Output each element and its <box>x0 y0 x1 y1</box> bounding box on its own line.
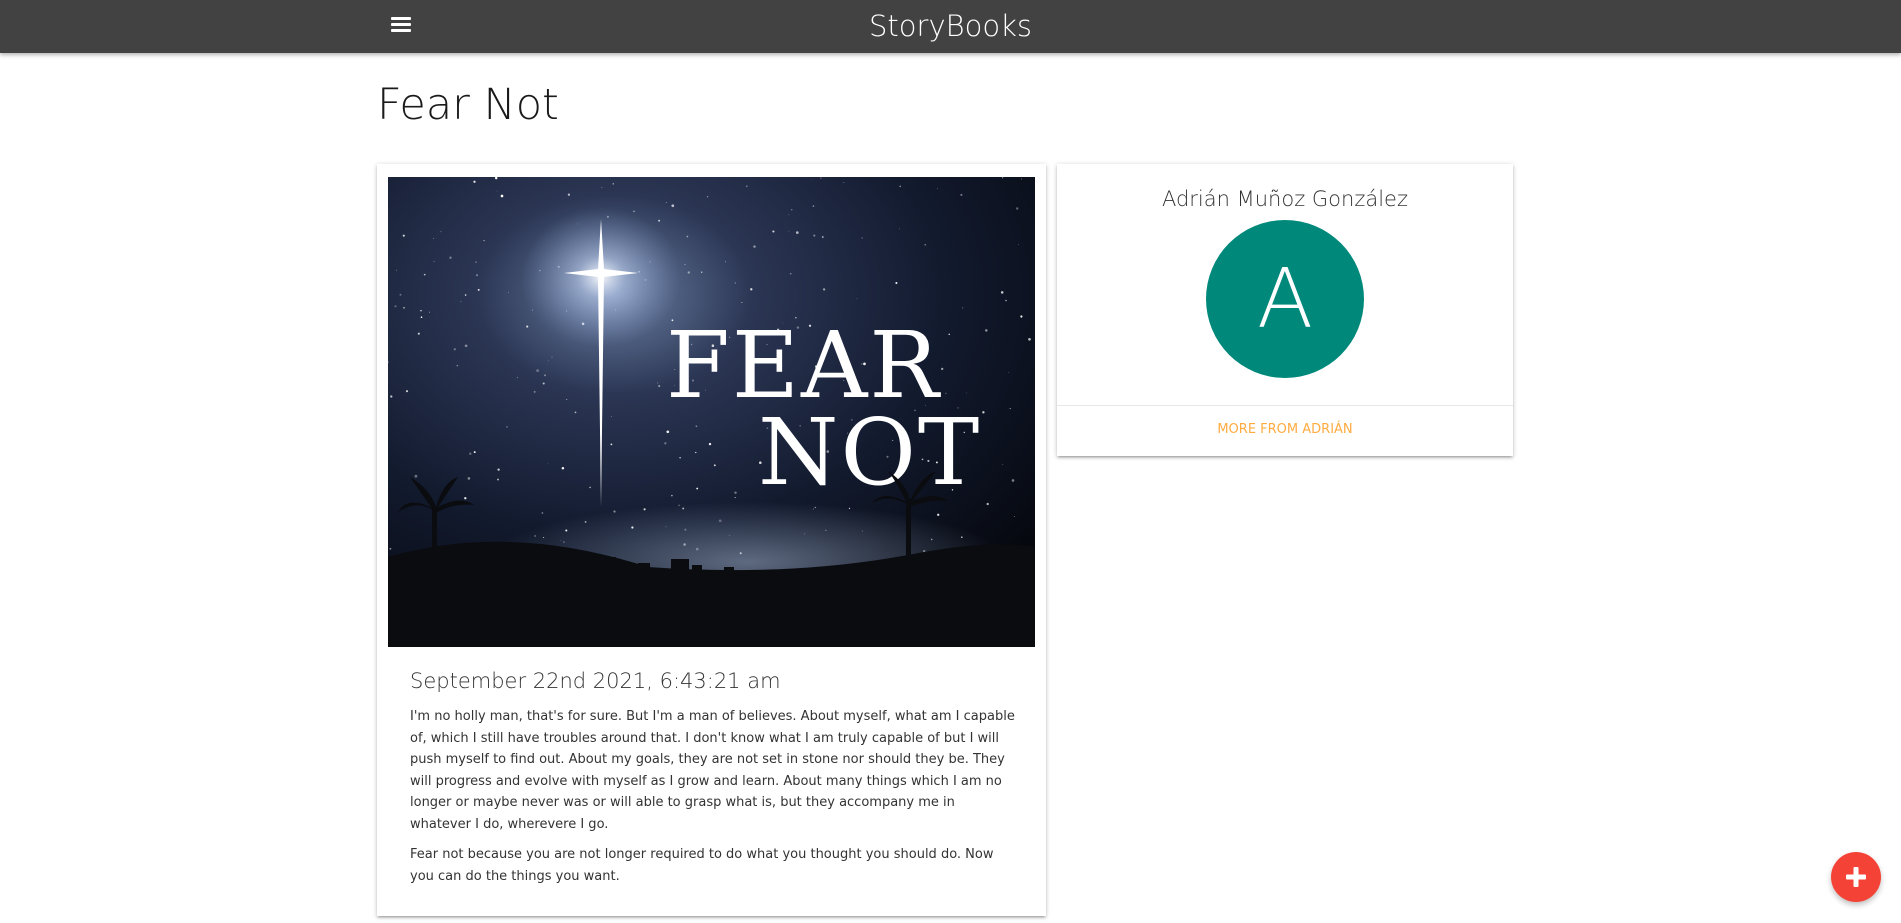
cover-text-line2: NOT <box>758 399 981 506</box>
card-divider <box>1057 405 1513 406</box>
author-card: Adrián Muñoz González A More From Adrián <box>1057 164 1513 456</box>
plus-icon <box>1846 867 1866 887</box>
story-card: FEAR NOT September 22nd 2021, 6:43:21 am… <box>377 164 1046 916</box>
more-from-author-link[interactable]: More From Adrián <box>1057 422 1513 437</box>
brand-text: StoryBooks <box>869 9 1032 43</box>
story-cover-image: FEAR NOT <box>388 177 1035 647</box>
page-title: Fear Not <box>377 80 559 130</box>
top-navbar: StoryBooks <box>0 0 1901 53</box>
story-paragraph: Fear not because you are not longer requ… <box>410 847 994 884</box>
brand-logo-link[interactable]: StoryBooks <box>0 9 1901 43</box>
story-body: I'm no holly man, that's for sure. But I… <box>410 706 1015 896</box>
story-paragraph: I'm no holly man, that's for sure. But I… <box>410 709 1015 832</box>
story-date: September 22nd 2021, 6:43:21 am <box>410 669 781 693</box>
add-story-button[interactable] <box>1831 852 1881 902</box>
author-name: Adrián Muñoz González <box>1161 187 1409 211</box>
author-avatar: A <box>1206 220 1364 378</box>
